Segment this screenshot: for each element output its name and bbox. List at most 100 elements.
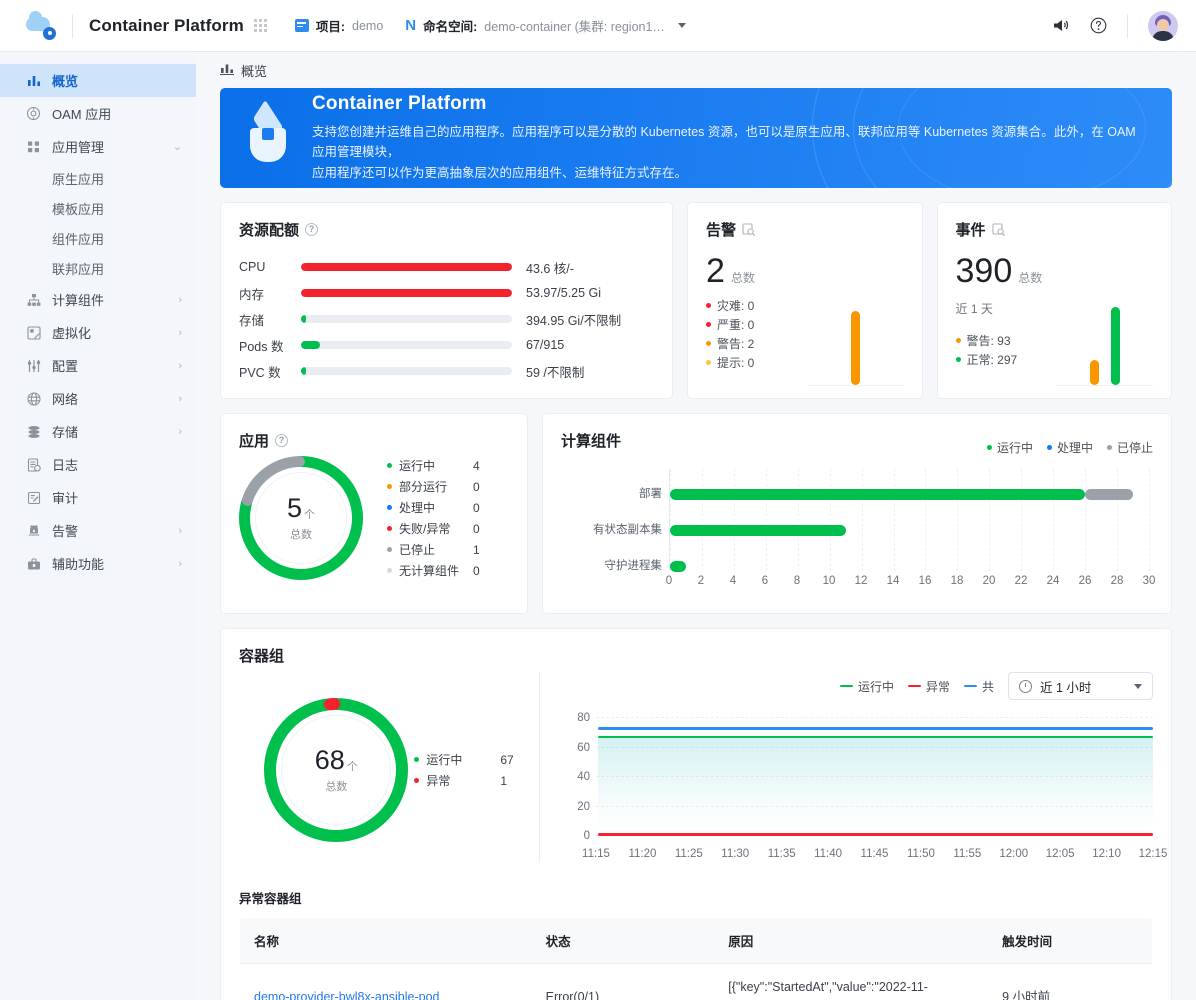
namespace-selector[interactable]: N 命名空间: demo-container (集群: region1… (405, 16, 686, 35)
table-row: demo-provider-bwl8x-ansible-pod Error(0/1… (240, 964, 1152, 1000)
help-circle-icon[interactable]: ? (305, 223, 319, 236)
sidebar-item-label: 配置 (52, 359, 79, 374)
legend-dot (387, 505, 392, 510)
sidebar-item-alarm[interactable]: 告警 › (0, 514, 196, 547)
pod-name-link[interactable]: demo-provider-bwl8x-ansible-pod (254, 990, 440, 1000)
globe-icon (26, 391, 41, 406)
time-range-value: 近 1 小时 (1040, 680, 1092, 695)
sidebar-item-compute[interactable]: 计算组件 › (0, 283, 196, 316)
avatar[interactable] (1148, 10, 1178, 41)
sidebar-item-network[interactable]: 网络 › (0, 382, 196, 415)
sidebar-item-label: OAM 应用 (52, 107, 112, 122)
legend-label: 处理中 (399, 501, 436, 515)
legend-value: 67 (500, 752, 514, 767)
bar-segment (670, 525, 846, 536)
bar-category-label: 部署 (639, 488, 662, 500)
chevron-down-icon[interactable] (677, 23, 686, 28)
project-selector[interactable]: 项目: demo (294, 16, 384, 35)
sidebar-subitem-template-app[interactable]: 模板应用 (0, 193, 196, 223)
legend-item: 运行中 (986, 439, 1033, 456)
header-divider (72, 13, 73, 38)
sidebar-subitem-component-app[interactable]: 组件应用 (0, 223, 196, 253)
legend-dot (387, 463, 392, 468)
gridline (957, 469, 959, 571)
legend-item: 运行中 (839, 678, 894, 695)
sidebar-item-log[interactable]: 日志 (0, 448, 196, 481)
legend-label: 异常 (925, 679, 950, 694)
help-circle-icon[interactable]: ? (275, 434, 289, 447)
time-range-selector[interactable]: 近 1 小时 (1008, 672, 1153, 700)
events-bar-chart (1057, 290, 1153, 386)
axis-tick: 60 (577, 741, 590, 754)
chart-bar-icon (26, 73, 41, 88)
external-link-icon[interactable] (991, 223, 1005, 237)
chevron-right-icon[interactable]: › (178, 294, 182, 306)
sidebar-item-virtualization[interactable]: 虚拟化 › (0, 316, 196, 349)
legend-item: 失败/异常 0 (387, 518, 480, 539)
donut-unit: 个 (346, 760, 358, 773)
chevron-right-icon[interactable]: › (178, 525, 182, 537)
chevron-right-icon[interactable]: › (178, 360, 182, 372)
help-circle-icon[interactable] (1090, 17, 1107, 34)
legend-label: 严重: 0 (717, 318, 755, 332)
axis-tick: 11:30 (721, 848, 750, 860)
sliders-icon (26, 358, 41, 373)
events-title: 事件 (955, 222, 986, 239)
legend-line (907, 684, 921, 688)
chevron-right-icon[interactable]: › (178, 393, 182, 405)
axis-tick: 40 (577, 771, 590, 783)
sidebar-item-tools[interactable]: 辅助功能 › (0, 547, 196, 580)
chevron-right-icon[interactable]: › (178, 327, 182, 339)
sidebar-subitem-native-app[interactable]: 原生应用 (0, 163, 196, 193)
welcome-banner: Container Platform 支持您创建并运维自己的应用程序。应用程序可… (220, 88, 1172, 188)
donut-total-label: 总数 (290, 528, 312, 541)
sidebar-item-storage[interactable]: 存储 › (0, 415, 196, 448)
project-icon (294, 19, 309, 32)
legend-dot (706, 322, 711, 327)
gridline (797, 469, 799, 571)
chevron-down-icon[interactable] (1134, 683, 1142, 689)
axis-tick: 8 (793, 575, 801, 587)
sidebar-subitem-federated-app[interactable]: 联邦应用 (0, 253, 196, 283)
alarm-icon (26, 523, 41, 538)
axis-tick: 11:55 (953, 848, 982, 860)
legend-label: 运行中 (399, 459, 436, 473)
pods-top: 68 个总数 运行中 67 异常 1 运行中 异常共 近 1 小时 0 20 4… (239, 672, 1167, 862)
pod-reason-cell: [{"key":"StartedAt","value":"2022-11-02T… (728, 980, 928, 1000)
axis-tick: 20 (982, 575, 996, 587)
legend-value: 1 (500, 773, 507, 788)
banner-title: Container Platform (312, 92, 487, 114)
quota-progress-bar (301, 367, 512, 375)
sidebar-item-overview[interactable]: 概览 (0, 64, 196, 97)
sidebar-item-oam[interactable]: OAM 应用 (0, 97, 196, 130)
sidebar-item-app-management[interactable]: 应用管理 ⌄ (0, 130, 196, 163)
table-column-header: 名称 (240, 917, 532, 964)
legend-label: 警告: 2 (717, 337, 755, 351)
legend-line (839, 684, 853, 688)
gridline (1117, 469, 1119, 571)
main-content: 概览 Container Platform 支持您创建并运维自己的应用程序。应用… (196, 52, 1196, 1000)
app-grid-icon[interactable] (253, 19, 267, 32)
compute-components-card: 计算组件 运行中 处理中 已停止 部署 有状态副本集 守护进程集 0 2 4 6 8 10 12 14… (542, 413, 1172, 614)
oam-target-icon (26, 106, 41, 121)
chevron-right-icon[interactable]: › (178, 426, 182, 438)
top-bar: Container Platform 项目: demo N 命名空间: demo… (0, 0, 1196, 52)
legend-dot (706, 341, 711, 346)
external-link-icon[interactable] (742, 223, 756, 237)
database-icon (26, 424, 41, 439)
area-fill (598, 737, 1153, 836)
resource-quota-card: 资源配额 ? CPU 43.6 核/- 内存 53.97/5.25 Gi 存储 394.9… (220, 202, 673, 399)
legend-label: 已停止 (1116, 441, 1153, 455)
applications-card: 应用 ? 5 个总数 运行中 4 部分运行 0 处理中 0 失败/异常 0 已停止 1 无计算组件 0 (220, 413, 528, 614)
sidebar-item-config[interactable]: 配置 › (0, 349, 196, 382)
gridline (733, 469, 735, 571)
sidebar-item-label: 虚拟化 (52, 326, 92, 341)
audit-icon (26, 490, 41, 505)
chevron-down-icon[interactable]: ⌄ (173, 140, 182, 153)
axis-tick: 11:15 (582, 848, 610, 860)
megaphone-icon[interactable] (1053, 18, 1070, 33)
sidebar-item-audit[interactable]: 审计 (0, 481, 196, 514)
project-value: demo (352, 18, 384, 33)
chevron-right-icon[interactable]: › (178, 558, 182, 570)
alerts-title: 告警 (706, 222, 737, 239)
